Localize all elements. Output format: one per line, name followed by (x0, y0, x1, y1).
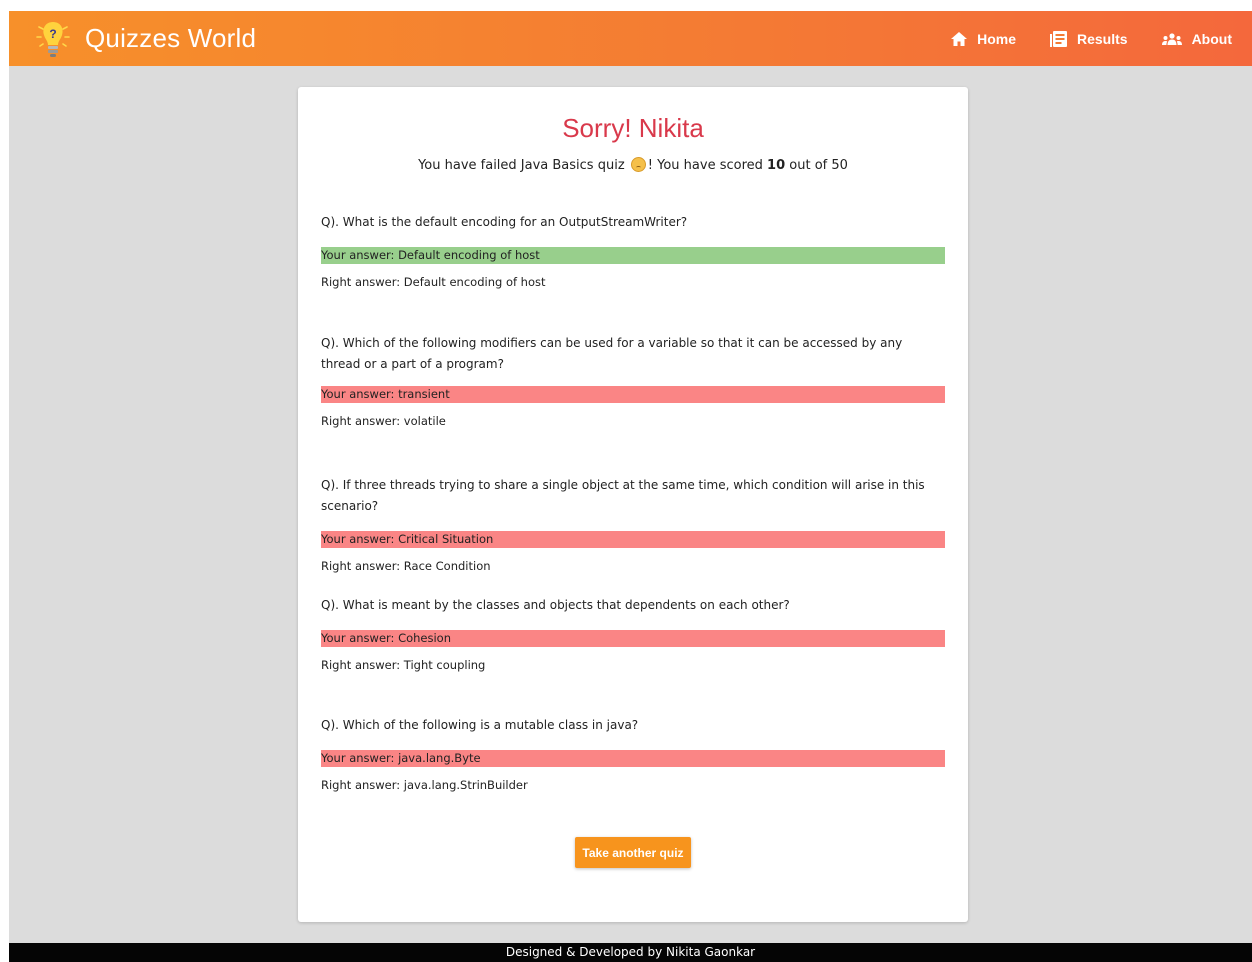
nav-item-results[interactable]: Results (1049, 30, 1128, 47)
svg-text:?: ? (49, 27, 56, 41)
take-another-quiz-button[interactable]: Take another quiz (575, 837, 691, 868)
right-answer: Right answer: Default encoding of host (321, 275, 546, 289)
nav-links: Home Results About (917, 11, 1232, 66)
question-text: Q). What is meant by the classes and obj… (321, 598, 790, 612)
right-answer: Right answer: java.lang.StrinBuilder (321, 778, 528, 792)
brand-title: Quizzes World (85, 23, 257, 53)
sad-face-icon (630, 157, 646, 172)
score-value: 10 (767, 158, 786, 173)
right-answer: Right answer: Tight coupling (321, 658, 486, 672)
your-answer-wrong: Your answer: Critical Situation (321, 531, 945, 548)
result-card: Sorry! Nikita You have failed Java Basic… (298, 87, 968, 922)
your-answer-wrong: Your answer: java.lang.Byte (321, 750, 945, 767)
app-frame: ? Quizzes World Home Results About Sorry… (9, 11, 1252, 962)
question-block: Q). What is meant by the classes and obj… (321, 595, 945, 674)
summary-text-3: out of 50 (789, 158, 848, 173)
question-text: Q). If three threads trying to share a s… (321, 478, 925, 513)
question-block: Q). Which of the following is a mutable … (321, 715, 945, 794)
footer: Designed & Developed by Nikita Gaonkar (9, 943, 1252, 962)
your-answer-correct: Your answer: Default encoding of host (321, 247, 945, 264)
top-navbar: ? Quizzes World Home Results About (9, 11, 1252, 66)
nav-item-home[interactable]: Home (951, 31, 1016, 47)
nav-item-label: Results (1076, 30, 1128, 47)
home-icon (951, 31, 968, 46)
question-text: Q). What is the default encoding for an … (321, 215, 688, 229)
question-block: Q). What is the default encoding for an … (321, 212, 945, 291)
summary-text: You have failed Java Basics quiz (418, 158, 625, 173)
nav-item-label: Home (977, 30, 1016, 47)
question-block: Q). If three threads trying to share a s… (321, 475, 945, 575)
question-text: Q). Which of the following is a mutable … (321, 718, 639, 732)
lightbulb-icon: ? (36, 21, 70, 57)
result-title: Sorry! Nikita (562, 113, 704, 143)
right-answer: Right answer: Race Condition (321, 559, 491, 573)
your-answer-wrong: Your answer: Cohesion (321, 630, 945, 647)
your-answer-wrong: Your answer: transient (321, 386, 945, 403)
nav-item-about[interactable]: About (1161, 30, 1232, 47)
nav-item-label: About (1191, 30, 1232, 47)
summary-text-2: ! You have scored (647, 158, 763, 173)
result-summary: You have failed Java Basics quiz ! You h… (298, 157, 968, 173)
people-icon (1161, 32, 1182, 45)
question-block: Q). Which of the following modifiers can… (321, 333, 945, 430)
results-icon (1049, 30, 1067, 47)
brand-link[interactable]: ? Quizzes World (35, 11, 256, 66)
question-text: Q). Which of the following modifiers can… (321, 336, 903, 371)
right-answer: Right answer: volatile (321, 414, 446, 428)
